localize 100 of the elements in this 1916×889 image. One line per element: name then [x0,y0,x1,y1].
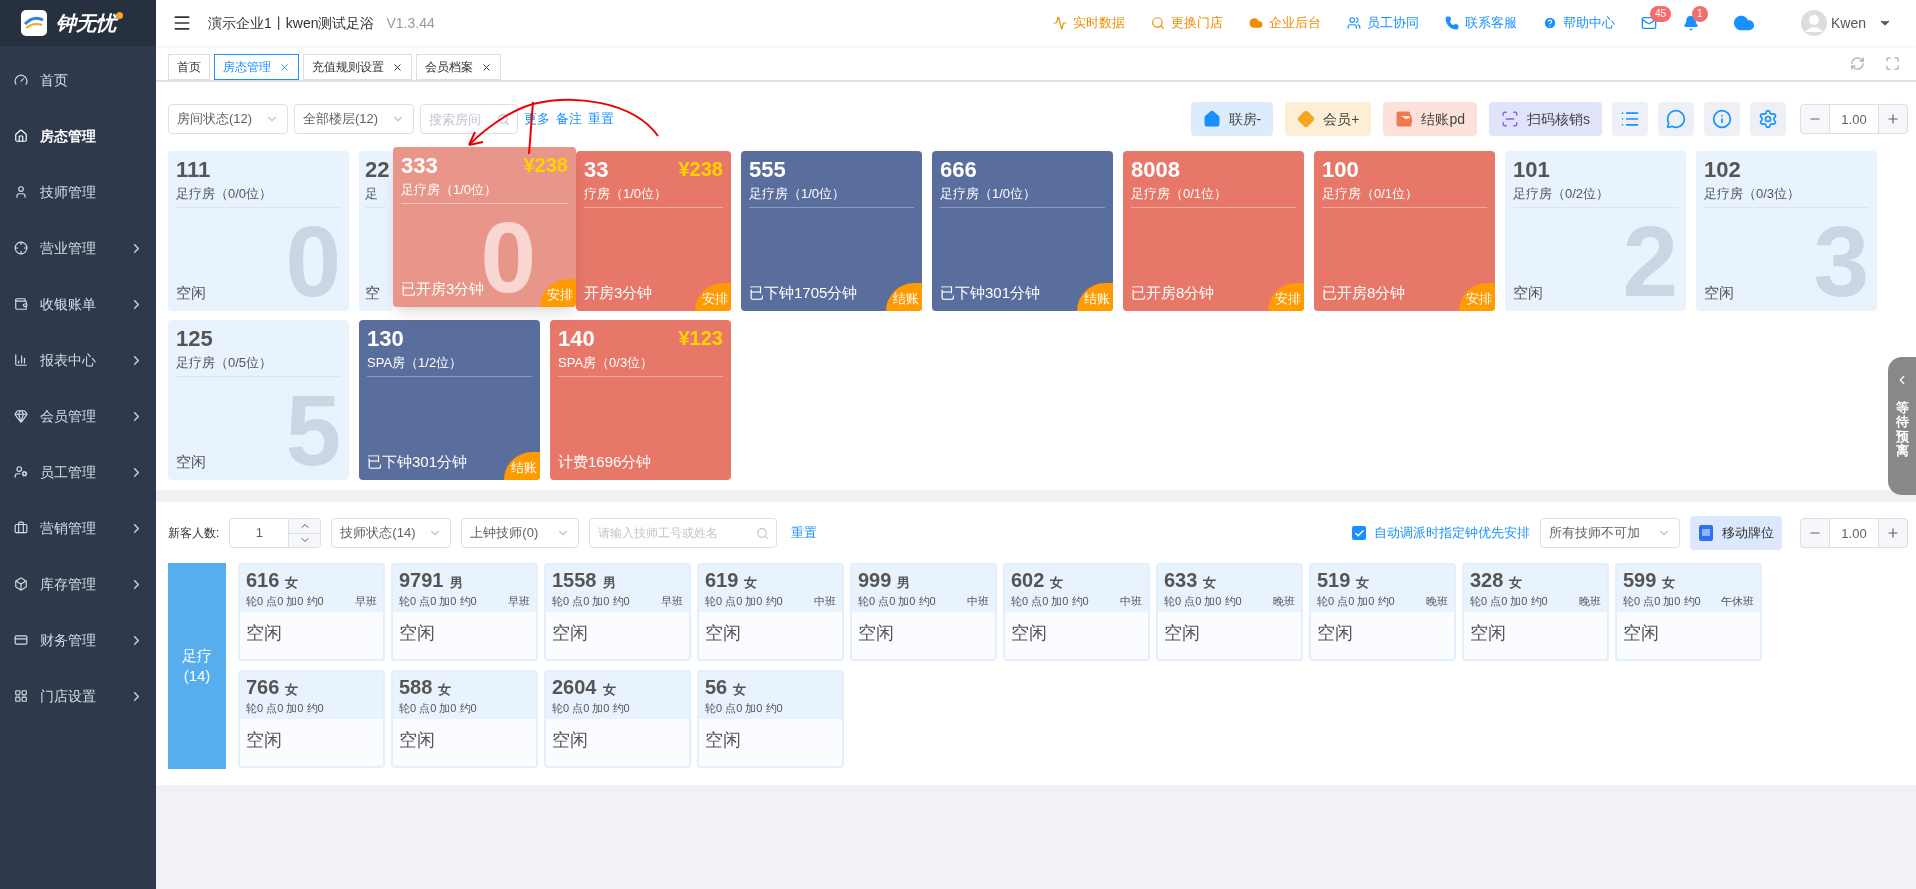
action-button[interactable]: 联房- [1190,102,1274,136]
tag-icon [1698,524,1714,542]
technician-number: 616 [246,568,280,593]
scan-icon [1501,110,1519,128]
sidebar-item[interactable]: 财务管理 [0,612,156,668]
room-number: 555 [749,156,786,184]
list-button[interactable] [1612,102,1648,136]
sidebar-item[interactable]: 技师管理 [0,164,156,220]
zoom-field[interactable]: 1.00 [1830,518,1878,548]
zoom-field[interactable]: 1.00 [1830,104,1878,134]
side-drawer-tab[interactable]: 等待预离 [1888,357,1916,495]
technician-card[interactable]: 633 女 轮0 点0 加0 约0 晚班 空闲 [1156,563,1303,661]
notification-count: 1 [1691,6,1708,22]
technician-card[interactable]: 519 女 轮0 点0 加0 约0 晚班 空闲 [1309,563,1456,661]
sidebar-item[interactable]: 营业管理 [0,220,156,276]
room-type: SPA房（0/3位） [558,354,654,372]
technician-status: 空闲 [1622,622,1660,645]
technician-status-select[interactable]: 技师状态(14) [331,518,452,548]
technician-gender: 男 [897,574,911,592]
technician-number: 56 [705,675,728,700]
sidebar-item[interactable]: 房态管理 [0,108,156,164]
bell-icon[interactable] [1682,15,1699,31]
technician-card[interactable]: 602 女 轮0 点0 加0 约0 中班 空闲 [1003,563,1150,661]
technician-card[interactable]: 328 女 轮0 点0 加0 约0 晚班 空闲 [1462,563,1609,661]
technician-search-field[interactable]: 请输入技师工号或姓名 [589,518,778,548]
technician-card[interactable]: 56 女 轮0 点0 加0 约0 空闲 [697,670,844,768]
technician-gender: 女 [1509,574,1523,592]
technician-stats: 轮0 点0 加0 约0 [1470,594,1548,609]
technician-card[interactable]: 1558 男 轮0 点0 加0 约0 早班 空闲 [544,563,691,661]
room-number: 22 [365,156,390,184]
close-icon[interactable] [392,61,403,73]
technician-card[interactable]: 599 女 轮0 点0 加0 约0 午休班 空闲 [1615,563,1762,661]
room-card[interactable]: 130 SPA房（1/2位） 已下钟301分钟 结账 [359,320,540,480]
help-icon [1542,16,1557,30]
sidebar-item[interactable]: 报表中心 [0,332,156,388]
technician-shift: 早班 [355,594,377,609]
action-button[interactable]: 会员+ [1285,102,1372,136]
room-card[interactable]: 666 足疗房（1/0位） 已下钟301分钟 结账 [932,151,1113,311]
room-search-field[interactable]: 搜索房间 [420,104,518,134]
room-number: 666 [940,156,977,184]
room-status: 已下钟1705分钟 [749,283,858,303]
refresh-icon[interactable] [1850,55,1865,71]
floor-select[interactable]: 全部楼层(12) [294,104,414,134]
fullscreen-icon[interactable] [1885,55,1900,71]
technician-shift: 晚班 [1579,594,1601,609]
room-type: 足疗房（0/1位） [1131,185,1228,203]
room-type: 足疗房（0/5位） [176,354,273,372]
sidebar-item[interactable]: 首页 [0,52,156,108]
move-position-button[interactable]: 移动牌位 [1690,516,1782,550]
page-tab[interactable]: 充值规则设置 [303,54,412,80]
room-card[interactable]: 555 足疗房（1/0位） 已下钟1705分钟 结账 [741,151,922,311]
menu-icon[interactable] [172,13,192,33]
technician-stats: 轮0 点0 加0 约0 [246,594,324,609]
info-button[interactable] [1704,102,1740,136]
chat-button[interactable] [1658,102,1694,136]
sidebar-item[interactable]: 会员管理 [0,388,156,444]
overtime-select[interactable]: 所有技师不可加 [1540,518,1680,548]
action-button[interactable]: 结账pd [1383,102,1477,136]
technician-card[interactable]: 999 男 轮0 点0 加0 约0 中班 空闲 [850,563,997,661]
room-price: ¥123 [678,326,723,351]
technician-shift: 早班 [661,594,683,609]
technician-shift: 晚班 [1273,594,1295,609]
room-status: 已开房8分钟 [1131,283,1215,303]
technician-number: 602 [1011,568,1045,593]
technician-card[interactable]: 766 女 轮0 点0 加0 约0 空闲 [238,670,385,768]
page-tab[interactable]: 首页 [168,54,210,80]
room-number: 130 [367,325,404,353]
technician-status: 空闲 [704,729,742,752]
room-type: 足疗房（0/1位） [1322,185,1419,203]
guest-count-field[interactable]: 1 [230,519,289,547]
sidebar-item[interactable]: 员工管理 [0,444,156,500]
technician-card[interactable]: 619 女 轮0 点0 加0 约0 中班 空闲 [697,563,844,661]
technician-card[interactable]: 9791 男 轮0 点0 加0 约0 早班 空闲 [391,563,538,661]
increase-button[interactable] [1878,104,1908,134]
increase-button[interactable] [1878,518,1908,548]
close-icon[interactable] [481,61,492,73]
sidebar-item[interactable]: 收银账单 [0,276,156,332]
sidebar-item[interactable]: 库存管理 [0,556,156,612]
settings-button[interactable] [1750,102,1786,136]
user-name[interactable]: Kwen [1830,12,1866,34]
action-button[interactable]: 扫码核销s [1489,102,1602,136]
sidebar-item[interactable]: 营销管理 [0,500,156,556]
settings-icon [1758,109,1778,129]
guest-count-stepper[interactable]: 1 [229,518,322,548]
room-card[interactable]: 22 足 空 [359,151,393,311]
technician-card[interactable]: 2604 女 轮0 点0 加0 约0 空闲 [544,670,691,768]
technician-status: 空闲 [245,729,283,752]
on-duty-select[interactable]: 上钟技师(0) [461,518,580,548]
users-icon [1346,16,1361,30]
technician-card[interactable]: 588 女 轮0 点0 加0 约0 空闲 [391,670,538,768]
sidebar-item[interactable]: 门店设置 [0,668,156,724]
technician-gender: 女 [438,681,452,699]
room-type: 足 [365,185,378,203]
technician-card[interactable]: 616 女 轮0 点0 加0 约0 早班 空闲 [238,563,385,661]
page-tab[interactable]: 会员档案 [416,54,501,80]
room-status-select[interactable]: 房间状态(12) [168,104,288,134]
plus-icon [1886,112,1900,126]
auto-assign-checkbox[interactable] [1352,526,1366,540]
chat-icon [1666,109,1686,129]
technician-shift: 早班 [508,594,530,609]
